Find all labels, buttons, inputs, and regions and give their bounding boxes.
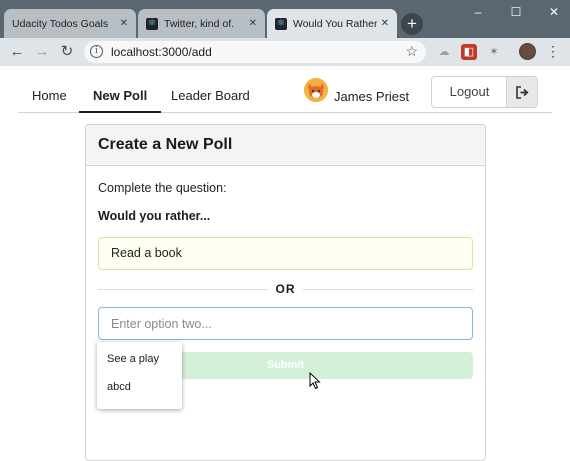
profile-avatar[interactable] (519, 43, 536, 60)
nav-item-home[interactable]: Home (18, 66, 81, 113)
option-two-input[interactable] (98, 307, 473, 340)
tab-title: Udacity Todos Goals (12, 17, 109, 30)
autocomplete-dropdown: See a play abcd (97, 342, 182, 409)
autocomplete-item[interactable]: See a play (97, 345, 182, 373)
user-name: James Priest (334, 89, 410, 104)
minimize-button[interactable]: – (471, 5, 485, 19)
instruction-text: Complete the question: (98, 181, 227, 195)
tab-title: Would You Rather ? (293, 17, 377, 30)
fox-avatar-icon (304, 78, 328, 102)
extension-icon[interactable]: ✶ (486, 44, 502, 60)
cloud-extension-icon[interactable]: ☁ (436, 44, 452, 60)
browser-toolbar: ← → ↻ i localhost:3000/add ☆ ☁ ◧ ✶ ⋮ (0, 38, 570, 66)
extension-icon[interactable]: ◧ (461, 44, 477, 60)
logout-label[interactable]: Logout (432, 77, 507, 107)
autocomplete-item[interactable]: abcd (97, 373, 182, 401)
browser-tab-bar: Udacity Todos Goals ✕ ⚛ Twitter, kind of… (0, 0, 570, 38)
top-nav: Home New Poll Leader Board James Priest … (18, 66, 552, 113)
browser-tab-would-you-rather[interactable]: ⚛ Would You Rather ? ✕ (267, 9, 397, 38)
address-bar[interactable]: i localhost:3000/add ☆ (84, 41, 426, 63)
sign-out-icon[interactable] (506, 77, 537, 107)
new-poll-card: Create a New Poll Complete the question:… (85, 124, 486, 461)
card-title: Create a New Poll (86, 125, 485, 166)
browser-tab-twitter[interactable]: ⚛ Twitter, kind of. ✕ (138, 9, 265, 38)
new-tab-button[interactable]: + (401, 13, 423, 35)
mouse-cursor-icon (309, 372, 321, 390)
tab-title: Twitter, kind of. (164, 17, 235, 30)
close-tab-icon[interactable]: ✕ (120, 18, 128, 29)
forward-arrow-icon[interactable]: → (34, 43, 50, 61)
close-window-button[interactable]: ✕ (547, 5, 561, 19)
nav-item-leader-board[interactable]: Leader Board (157, 66, 264, 113)
question-heading: Would you rather... (98, 209, 211, 223)
react-icon: ⚛ (146, 17, 158, 30)
option-one-field[interactable]: Read a book (98, 237, 473, 270)
maximize-button[interactable]: ☐ (509, 5, 523, 19)
close-tab-icon[interactable]: ✕ (249, 18, 257, 29)
browser-tab-udacity[interactable]: Udacity Todos Goals ✕ (4, 9, 136, 38)
menu-kebab-icon[interactable]: ⋮ (546, 42, 560, 60)
back-arrow-icon[interactable]: ← (9, 43, 25, 61)
avatar (304, 78, 328, 102)
logout-button[interactable]: Logout (431, 76, 538, 108)
close-tab-icon[interactable]: ✕ (381, 18, 389, 29)
or-divider: OR (98, 282, 473, 296)
reload-icon[interactable]: ↻ (59, 43, 75, 61)
sign-out-glyph (515, 86, 529, 99)
app-page: Home New Poll Leader Board James Priest … (0, 66, 570, 461)
bookmark-star-icon[interactable]: ☆ (405, 43, 418, 60)
or-label: OR (275, 282, 296, 296)
react-icon: ⚛ (275, 17, 287, 30)
info-icon[interactable]: i (90, 45, 103, 58)
nav-item-new-poll[interactable]: New Poll (79, 66, 162, 113)
url-text[interactable]: localhost:3000/add (111, 45, 212, 59)
